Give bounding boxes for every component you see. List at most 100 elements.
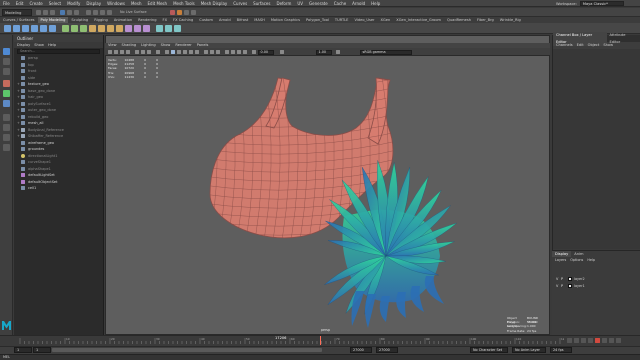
- snap-surface-icon[interactable]: [107, 10, 112, 15]
- new-scene-icon[interactable]: [36, 10, 41, 15]
- outliner-menu-show[interactable]: Show: [34, 42, 44, 48]
- combine-icon[interactable]: [62, 25, 69, 32]
- menu-curves[interactable]: Curves: [233, 1, 247, 6]
- grid-toggle-icon[interactable]: [135, 50, 139, 54]
- select-tool-icon[interactable]: [3, 48, 10, 55]
- anim-layer-dropdown[interactable]: No Anim Layer: [512, 347, 546, 353]
- select-hierarchy-icon[interactable]: [60, 10, 65, 15]
- poly-plane-icon[interactable]: [40, 25, 47, 32]
- go-to-start-icon[interactable]: [567, 337, 572, 343]
- gamma-field[interactable]: 1.00: [316, 49, 332, 55]
- lights-icon[interactable]: [189, 50, 193, 54]
- menu-edit[interactable]: Edit: [16, 1, 24, 6]
- layer-playback-toggle[interactable]: P: [561, 284, 566, 288]
- gate-mask-icon[interactable]: [156, 50, 160, 54]
- exposure-field[interactable]: 0.00: [258, 49, 274, 55]
- bevel-icon[interactable]: [107, 25, 114, 32]
- menu-mesh-tools[interactable]: Mesh Tools: [173, 1, 195, 6]
- resolution-gate-icon[interactable]: [147, 50, 151, 54]
- menu-windows[interactable]: Windows: [107, 1, 125, 6]
- fps-dropdown[interactable]: 24 fps: [550, 347, 572, 353]
- lasso-tool-icon[interactable]: [3, 58, 10, 65]
- channel-menu-object[interactable]: Object: [588, 42, 600, 49]
- paint-select-tool-icon[interactable]: [3, 68, 10, 75]
- menu-deform[interactable]: Deform: [276, 1, 291, 6]
- save-scene-icon[interactable]: [50, 10, 55, 15]
- animation-end-field[interactable]: 27000: [376, 347, 398, 353]
- multi-cut-icon[interactable]: [125, 25, 132, 32]
- select-component-icon[interactable]: [74, 10, 79, 15]
- play-backwards-icon[interactable]: [588, 337, 593, 343]
- move-tool-icon[interactable]: [3, 80, 10, 87]
- menu-mesh[interactable]: Mesh: [131, 1, 142, 6]
- gamma-icon[interactable]: [280, 50, 284, 54]
- step-forward-frame-icon[interactable]: [602, 337, 607, 343]
- bridge-icon[interactable]: [98, 25, 105, 32]
- xray-joints-icon[interactable]: [237, 50, 241, 54]
- channel-menu-channels[interactable]: Channels: [556, 42, 573, 49]
- playback-start-field[interactable]: 1: [33, 347, 51, 353]
- menu-mesh-display[interactable]: Mesh Display: [201, 1, 228, 6]
- menu-set-dropdown[interactable]: Modeling: [2, 9, 32, 16]
- go-to-end-icon[interactable]: [616, 337, 621, 343]
- command-language-label[interactable]: MEL: [3, 355, 10, 360]
- xray-icon[interactable]: [231, 50, 235, 54]
- snap-curve-icon[interactable]: [93, 10, 98, 15]
- menu-arnold[interactable]: Arnold: [352, 1, 365, 6]
- shadows-icon[interactable]: [195, 50, 199, 54]
- workspace-dropdown[interactable]: Maya Classic*: [579, 1, 624, 6]
- character-set-dropdown[interactable]: No Character Set: [470, 347, 508, 353]
- playback-end-field[interactable]: 27000: [350, 347, 372, 353]
- workspace-selector[interactable]: Workspace: Maya Classic*: [556, 1, 636, 6]
- play-forwards-icon[interactable]: [595, 337, 600, 343]
- smooth-icon[interactable]: [80, 25, 87, 32]
- select-camera-icon[interactable]: [108, 50, 112, 54]
- separate-icon[interactable]: [71, 25, 78, 32]
- command-line[interactable]: MEL: [0, 354, 640, 360]
- quad-draw-icon[interactable]: [143, 25, 150, 32]
- open-scene-icon[interactable]: [43, 10, 48, 15]
- extrude-icon[interactable]: [89, 25, 96, 32]
- outliner-menu-help[interactable]: Help: [48, 42, 56, 48]
- wireframe-icon[interactable]: [165, 50, 169, 54]
- menu-select[interactable]: Select: [49, 1, 61, 6]
- step-forward-key-icon[interactable]: [609, 337, 614, 343]
- menu-display[interactable]: Display: [86, 1, 101, 6]
- outliner-menu-display[interactable]: Display: [17, 42, 30, 48]
- layer-menu-layers[interactable]: Layers: [555, 257, 566, 263]
- smooth-shade-icon[interactable]: [171, 50, 175, 54]
- layer-color-swatch[interactable]: [568, 277, 572, 281]
- render-settings-icon[interactable]: [184, 10, 189, 15]
- camera-attributes-icon[interactable]: [114, 50, 118, 54]
- wireframe-on-shaded-icon[interactable]: [177, 50, 181, 54]
- uv-editor-icon[interactable]: [156, 25, 163, 32]
- animation-start-field[interactable]: 1: [14, 347, 32, 353]
- hair-mesh[interactable]: [324, 160, 457, 328]
- render-icon[interactable]: [170, 10, 175, 15]
- append-icon[interactable]: [116, 25, 123, 32]
- layout-outliner-icon[interactable]: [3, 144, 10, 151]
- outliner-search-input[interactable]: Search...: [17, 49, 100, 54]
- view-transform-dropdown[interactable]: sRGB gamma: [360, 49, 412, 55]
- hypershade-icon[interactable]: [191, 10, 196, 15]
- poly-cylinder-icon[interactable]: [22, 25, 29, 32]
- current-time-marker[interactable]: [320, 336, 321, 345]
- layer-row[interactable]: V P layer1: [556, 283, 634, 289]
- antialiasing-icon[interactable]: [210, 50, 214, 54]
- menu-file[interactable]: File: [3, 1, 10, 6]
- auto-map-icon[interactable]: [174, 25, 181, 32]
- menu-uv[interactable]: UV: [297, 1, 303, 6]
- select-object-icon[interactable]: [67, 10, 72, 15]
- channel-menu-edit[interactable]: Edit: [577, 42, 584, 49]
- bookmark-icon[interactable]: [120, 50, 124, 54]
- film-gate-icon[interactable]: [141, 50, 145, 54]
- scale-tool-icon[interactable]: [3, 100, 10, 107]
- layout-single-icon[interactable]: [3, 114, 10, 121]
- layer-color-swatch[interactable]: [568, 284, 572, 288]
- menu-create[interactable]: Create: [29, 1, 42, 6]
- menu-generate[interactable]: Generate: [309, 1, 328, 6]
- poly-cone-icon[interactable]: [31, 25, 38, 32]
- outliner-item[interactable]: cell1: [14, 185, 103, 192]
- menu-help[interactable]: Help: [371, 1, 380, 6]
- layer-playback-toggle[interactable]: P: [561, 277, 566, 281]
